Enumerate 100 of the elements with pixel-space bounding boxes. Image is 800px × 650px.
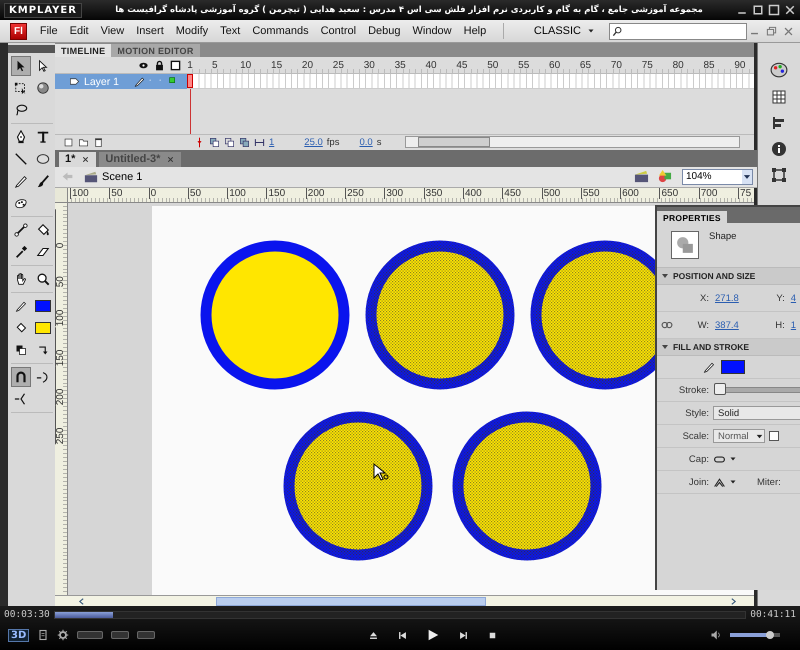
pencil-icon — [134, 76, 145, 87]
edit-symbols-icon[interactable] — [657, 169, 672, 184]
document-tab[interactable]: 1* — [59, 152, 96, 167]
frame-number: 65 — [578, 60, 592, 70]
scrollbar-thumb[interactable] — [216, 596, 486, 606]
checkbox[interactable] — [769, 431, 779, 441]
new-layer-icon[interactable] — [63, 136, 74, 148]
next-icon[interactable] — [458, 630, 469, 640]
restore-icon[interactable] — [752, 4, 764, 16]
seek-bar[interactable] — [54, 610, 746, 618]
volume-slider[interactable] — [730, 633, 780, 637]
folder-icon[interactable] — [78, 136, 89, 148]
style-dropdown[interactable]: Solid — [713, 406, 800, 420]
eject-icon[interactable] — [368, 630, 379, 640]
ruler-label: 450 — [502, 188, 542, 199]
panel-tab[interactable]: TIMELINE — [55, 44, 112, 57]
edit-scene-icon[interactable] — [634, 169, 649, 184]
section-title: POSITION AND SIZE — [673, 271, 756, 281]
scroll-left-icon[interactable] — [77, 596, 86, 606]
field-label: Cap: — [688, 454, 709, 464]
elapsed-time: 00:03:30 — [4, 609, 50, 620]
onion-outline-icon[interactable] — [224, 136, 235, 148]
swap-colors-icon[interactable] — [36, 344, 48, 356]
x-value[interactable]: 271.8 — [715, 292, 739, 304]
menu-item[interactable]: Help — [458, 23, 492, 39]
video-title: مجموعه آموزشی جامع ، گام به گام و کاربردی نرم افزار فلش سی اس ۴ مدرس : سعید هدایی ( تیچرمن ) گروه آموزشی پادشاه گرافیست ها — [115, 5, 703, 15]
ruler-label: 0 — [55, 208, 66, 248]
tool-button[interactable] — [10, 56, 30, 76]
height-value[interactable]: 1 — [790, 320, 796, 330]
ruler-label: 400 — [462, 188, 502, 199]
frame-number: 45 — [455, 60, 468, 70]
align-icon[interactable] — [771, 115, 787, 131]
section-header[interactable]: POSITION AND SIZE — [657, 268, 800, 285]
ruler-label: 300 — [384, 188, 424, 199]
workspace-dropdown[interactable]: CLASSIC — [530, 23, 599, 39]
close-icon[interactable] — [81, 154, 90, 164]
indicator-icon — [137, 631, 156, 639]
settings-icon[interactable] — [57, 629, 70, 641]
stroke-color-swatch[interactable] — [34, 300, 50, 312]
fps-unit: fps — [326, 136, 340, 148]
expand-icon[interactable] — [661, 343, 669, 351]
frame-rate[interactable]: 25.0 — [304, 136, 323, 148]
elapsed-time[interactable]: 0.0 — [359, 136, 373, 148]
menu-item[interactable]: Modify — [170, 23, 214, 39]
search-field[interactable] — [609, 22, 747, 40]
scale-dropdown[interactable]: Normal — [713, 429, 765, 443]
menu-item[interactable]: Text — [215, 23, 246, 39]
playlist-icon[interactable] — [37, 629, 50, 641]
menu-item[interactable]: View — [96, 23, 130, 39]
menu-item[interactable]: Debug — [363, 23, 406, 39]
maximize-icon[interactable] — [768, 4, 780, 16]
paint-bucket-icon — [14, 322, 26, 334]
zoom-dropdown[interactable]: 104% — [682, 168, 753, 185]
expand-icon[interactable] — [661, 272, 669, 280]
menu-item[interactable]: Insert — [131, 23, 169, 39]
current-frame[interactable]: 1 — [269, 136, 274, 148]
section-header[interactable]: FILL AND STROKE — [657, 339, 800, 356]
playhead[interactable] — [187, 74, 193, 88]
swatches-icon[interactable] — [771, 89, 787, 105]
menu-item[interactable]: Control — [316, 23, 362, 39]
y-value[interactable]: 4 — [790, 292, 796, 304]
menu-item[interactable]: Commands — [247, 23, 314, 39]
scroll-right-icon[interactable] — [729, 596, 738, 606]
panel-tab[interactable]: MOTION EDITOR — [111, 44, 200, 57]
link-icon[interactable] — [661, 319, 673, 331]
stroke-color-swatch[interactable] — [721, 360, 745, 374]
lock-icon[interactable] — [154, 60, 165, 70]
info-icon[interactable] — [771, 141, 787, 157]
default-colors-icon[interactable] — [14, 344, 26, 356]
caret-icon — [587, 27, 595, 35]
caret-icon[interactable] — [729, 455, 737, 463]
ruler-label: 250 — [345, 188, 384, 199]
trash-icon[interactable] — [93, 136, 104, 148]
shape-icon — [676, 236, 694, 254]
outline-icon[interactable] — [170, 60, 181, 70]
menu-item[interactable]: Edit — [64, 23, 94, 39]
join-icon[interactable] — [713, 476, 726, 488]
panel-header — [8, 45, 55, 53]
menu-item[interactable]: File — [34, 23, 63, 39]
frame-number: 50 — [486, 60, 500, 70]
scene-name[interactable]: Scene 1 — [102, 170, 142, 183]
pencil-tool-icon — [14, 174, 28, 188]
previous-icon[interactable] — [396, 630, 408, 640]
option-button[interactable] — [10, 367, 30, 387]
sphere-tool-icon — [36, 81, 50, 95]
panel-tab[interactable]: PROPERTIES — [657, 211, 727, 223]
markers-icon[interactable] — [254, 136, 265, 148]
edit-frames-icon[interactable] — [239, 136, 250, 148]
play-icon[interactable] — [426, 628, 440, 642]
3d-mode-button[interactable]: 3D — [8, 628, 30, 642]
fill-color-swatch[interactable] — [34, 322, 50, 334]
caret-icon[interactable] — [729, 478, 737, 486]
menu-item[interactable]: Window — [408, 23, 457, 39]
transform-icon[interactable] — [771, 167, 787, 183]
speaker-icon[interactable] — [710, 629, 722, 641]
width-value[interactable]: 387.4 — [715, 320, 739, 330]
palette-icon[interactable] — [770, 61, 788, 79]
horizontal-scrollbar[interactable] — [405, 136, 740, 148]
close-icon[interactable] — [784, 4, 796, 16]
onion-skin-icon[interactable] — [209, 136, 220, 148]
